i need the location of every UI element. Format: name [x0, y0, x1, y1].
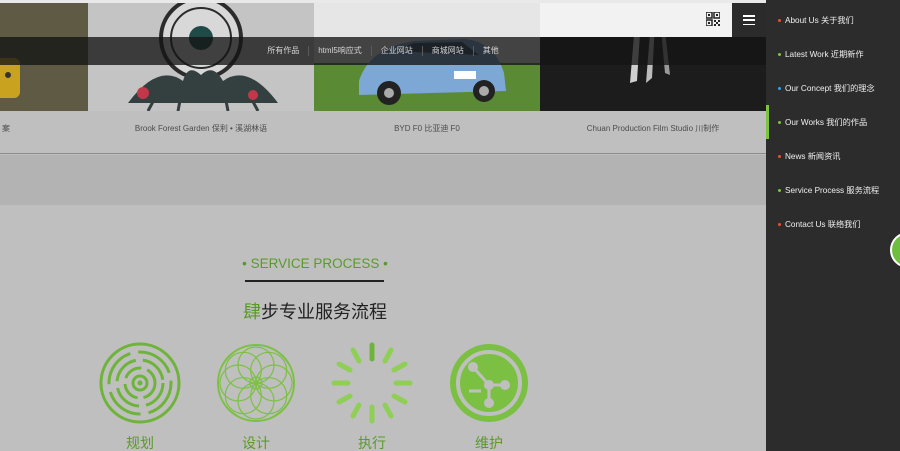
- side-menu-item-about[interactable]: About Us 关于我们: [766, 3, 900, 37]
- step-maintain: 维护: [447, 341, 531, 451]
- step-label: 规划: [126, 435, 154, 451]
- category-html5[interactable]: html5响应式: [308, 46, 371, 56]
- works-captions: 案 Brook Forest Garden 保利 • 溪湖林语 BYD F0 比…: [0, 111, 766, 154]
- bullet-dot-icon: [778, 188, 781, 192]
- service-title-accent: 肆: [243, 302, 261, 322]
- network-nodes-icon: [450, 344, 528, 422]
- side-menu: About Us 关于我们 Latest Work 近期新作 Our Conce…: [766, 0, 900, 451]
- work-caption-2[interactable]: BYD F0 比亚迪 F0: [314, 123, 540, 134]
- bullet-dot-icon: [778, 120, 781, 124]
- step-label: 设计: [242, 435, 270, 451]
- step-design: 设计: [214, 341, 298, 451]
- step-execute: 执行: [330, 341, 414, 451]
- bullet-dot-icon: [778, 86, 781, 90]
- side-menu-item-concept[interactable]: Our Concept 我们的理念: [766, 71, 900, 105]
- side-menu-label: News 新闻资讯: [785, 152, 841, 161]
- side-menu-label: Our Works 我们的作品: [785, 118, 868, 127]
- qr-code-icon[interactable]: [705, 11, 721, 27]
- side-menu-label: Service Process 服务流程: [785, 186, 880, 195]
- step-label: 维护: [475, 435, 503, 451]
- hamburger-menu-icon: [743, 15, 755, 25]
- bullet-dot-icon: [778, 18, 781, 22]
- side-menu-label: Contact Us 联络我们: [785, 220, 861, 229]
- category-mall[interactable]: 商城网站: [421, 46, 473, 56]
- side-menu-item-service[interactable]: Service Process 服务流程: [766, 173, 900, 207]
- bullet-dot-icon: [778, 52, 781, 56]
- side-menu-item-works[interactable]: Our Works 我们的作品: [766, 105, 900, 139]
- loading-spinner-icon: [331, 342, 413, 424]
- category-other[interactable]: 其他: [472, 46, 508, 56]
- category-nav: 所有作品 html5响应式 企业网站 商城网站 其他: [0, 37, 766, 65]
- menu-toggle-button[interactable]: [732, 3, 766, 37]
- spirograph-icon: [217, 344, 295, 422]
- side-menu-label: About Us 关于我们: [785, 16, 854, 25]
- work-caption-1[interactable]: Brook Forest Garden 保利 • 溪湖林语: [88, 123, 314, 134]
- side-menu-label: Latest Work 近期新作: [785, 50, 864, 59]
- service-title-rest: 步专业服务流程: [261, 302, 387, 322]
- side-menu-item-news[interactable]: News 新闻资讯: [766, 139, 900, 173]
- service-title-en: • SERVICE PROCESS •: [242, 256, 388, 271]
- side-menu-item-latest-work[interactable]: Latest Work 近期新作: [766, 37, 900, 71]
- step-label: 执行: [358, 435, 386, 451]
- main-content: 所有作品 html5响应式 企业网站 商城网站 其他 案 Brook Fores…: [0, 0, 766, 451]
- bullet-dot-icon: [778, 154, 781, 158]
- side-menu-label: Our Concept 我们的理念: [785, 84, 875, 93]
- section-divider-band: [0, 155, 766, 205]
- work-caption-3[interactable]: Chuan Production Film Studio 川制作: [540, 123, 766, 134]
- maze-icon: [99, 342, 181, 424]
- service-title-underline: [245, 280, 384, 282]
- work-caption-0[interactable]: 案: [0, 123, 10, 134]
- category-all[interactable]: 所有作品: [258, 46, 308, 56]
- service-title-cn: 肆步专业服务流程: [0, 298, 630, 324]
- category-enterprise[interactable]: 企业网站: [370, 46, 422, 56]
- side-menu-item-contact[interactable]: Contact Us 联络我们: [766, 207, 900, 241]
- bullet-dot-icon: [778, 222, 781, 226]
- service-process-section: • SERVICE PROCESS • 肆步专业服务流程 规划 设计 执行 维护: [0, 205, 766, 451]
- step-planning: 规划: [98, 341, 182, 451]
